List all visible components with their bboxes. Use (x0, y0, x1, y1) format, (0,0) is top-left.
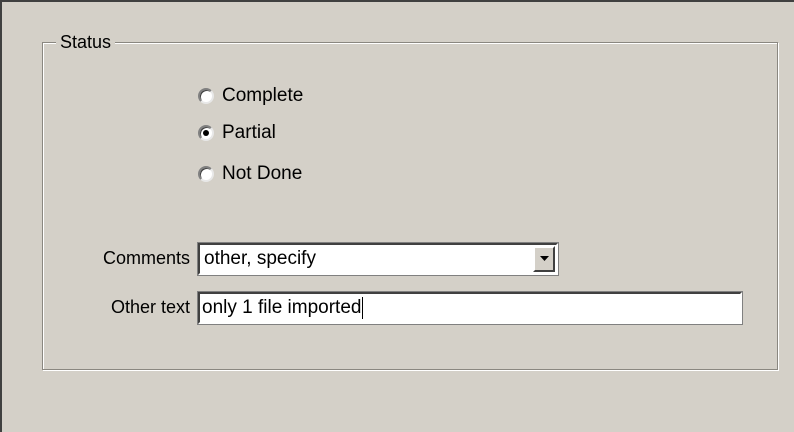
other-text-input[interactable]: only 1 file imported (197, 291, 743, 325)
radio-partial-label[interactable]: Partial (222, 122, 276, 144)
radio-not-done-label[interactable]: Not Done (222, 163, 302, 185)
chevron-down-icon (539, 256, 549, 261)
other-text-label: Other text (110, 297, 190, 317)
comments-dropdown[interactable]: other, specify (197, 242, 559, 276)
other-text-value[interactable]: only 1 file imported (202, 297, 361, 319)
form-panel: Status Complete Partial Not Done Comment… (0, 0, 794, 432)
status-group-legend: Status (56, 32, 116, 52)
dropdown-arrow-button[interactable] (533, 246, 555, 272)
text-caret (362, 297, 364, 319)
radio-button-icon[interactable] (198, 166, 214, 182)
radio-partial[interactable]: Partial (198, 120, 276, 146)
comments-label: Comments (102, 248, 190, 268)
radio-complete[interactable]: Complete (198, 83, 303, 109)
radio-button-checked-icon[interactable] (198, 125, 214, 141)
radio-button-icon[interactable] (198, 88, 214, 104)
radio-not-done[interactable]: Not Done (198, 161, 302, 187)
comments-selected-value[interactable]: other, specify (200, 248, 533, 270)
radio-complete-label[interactable]: Complete (222, 85, 303, 107)
